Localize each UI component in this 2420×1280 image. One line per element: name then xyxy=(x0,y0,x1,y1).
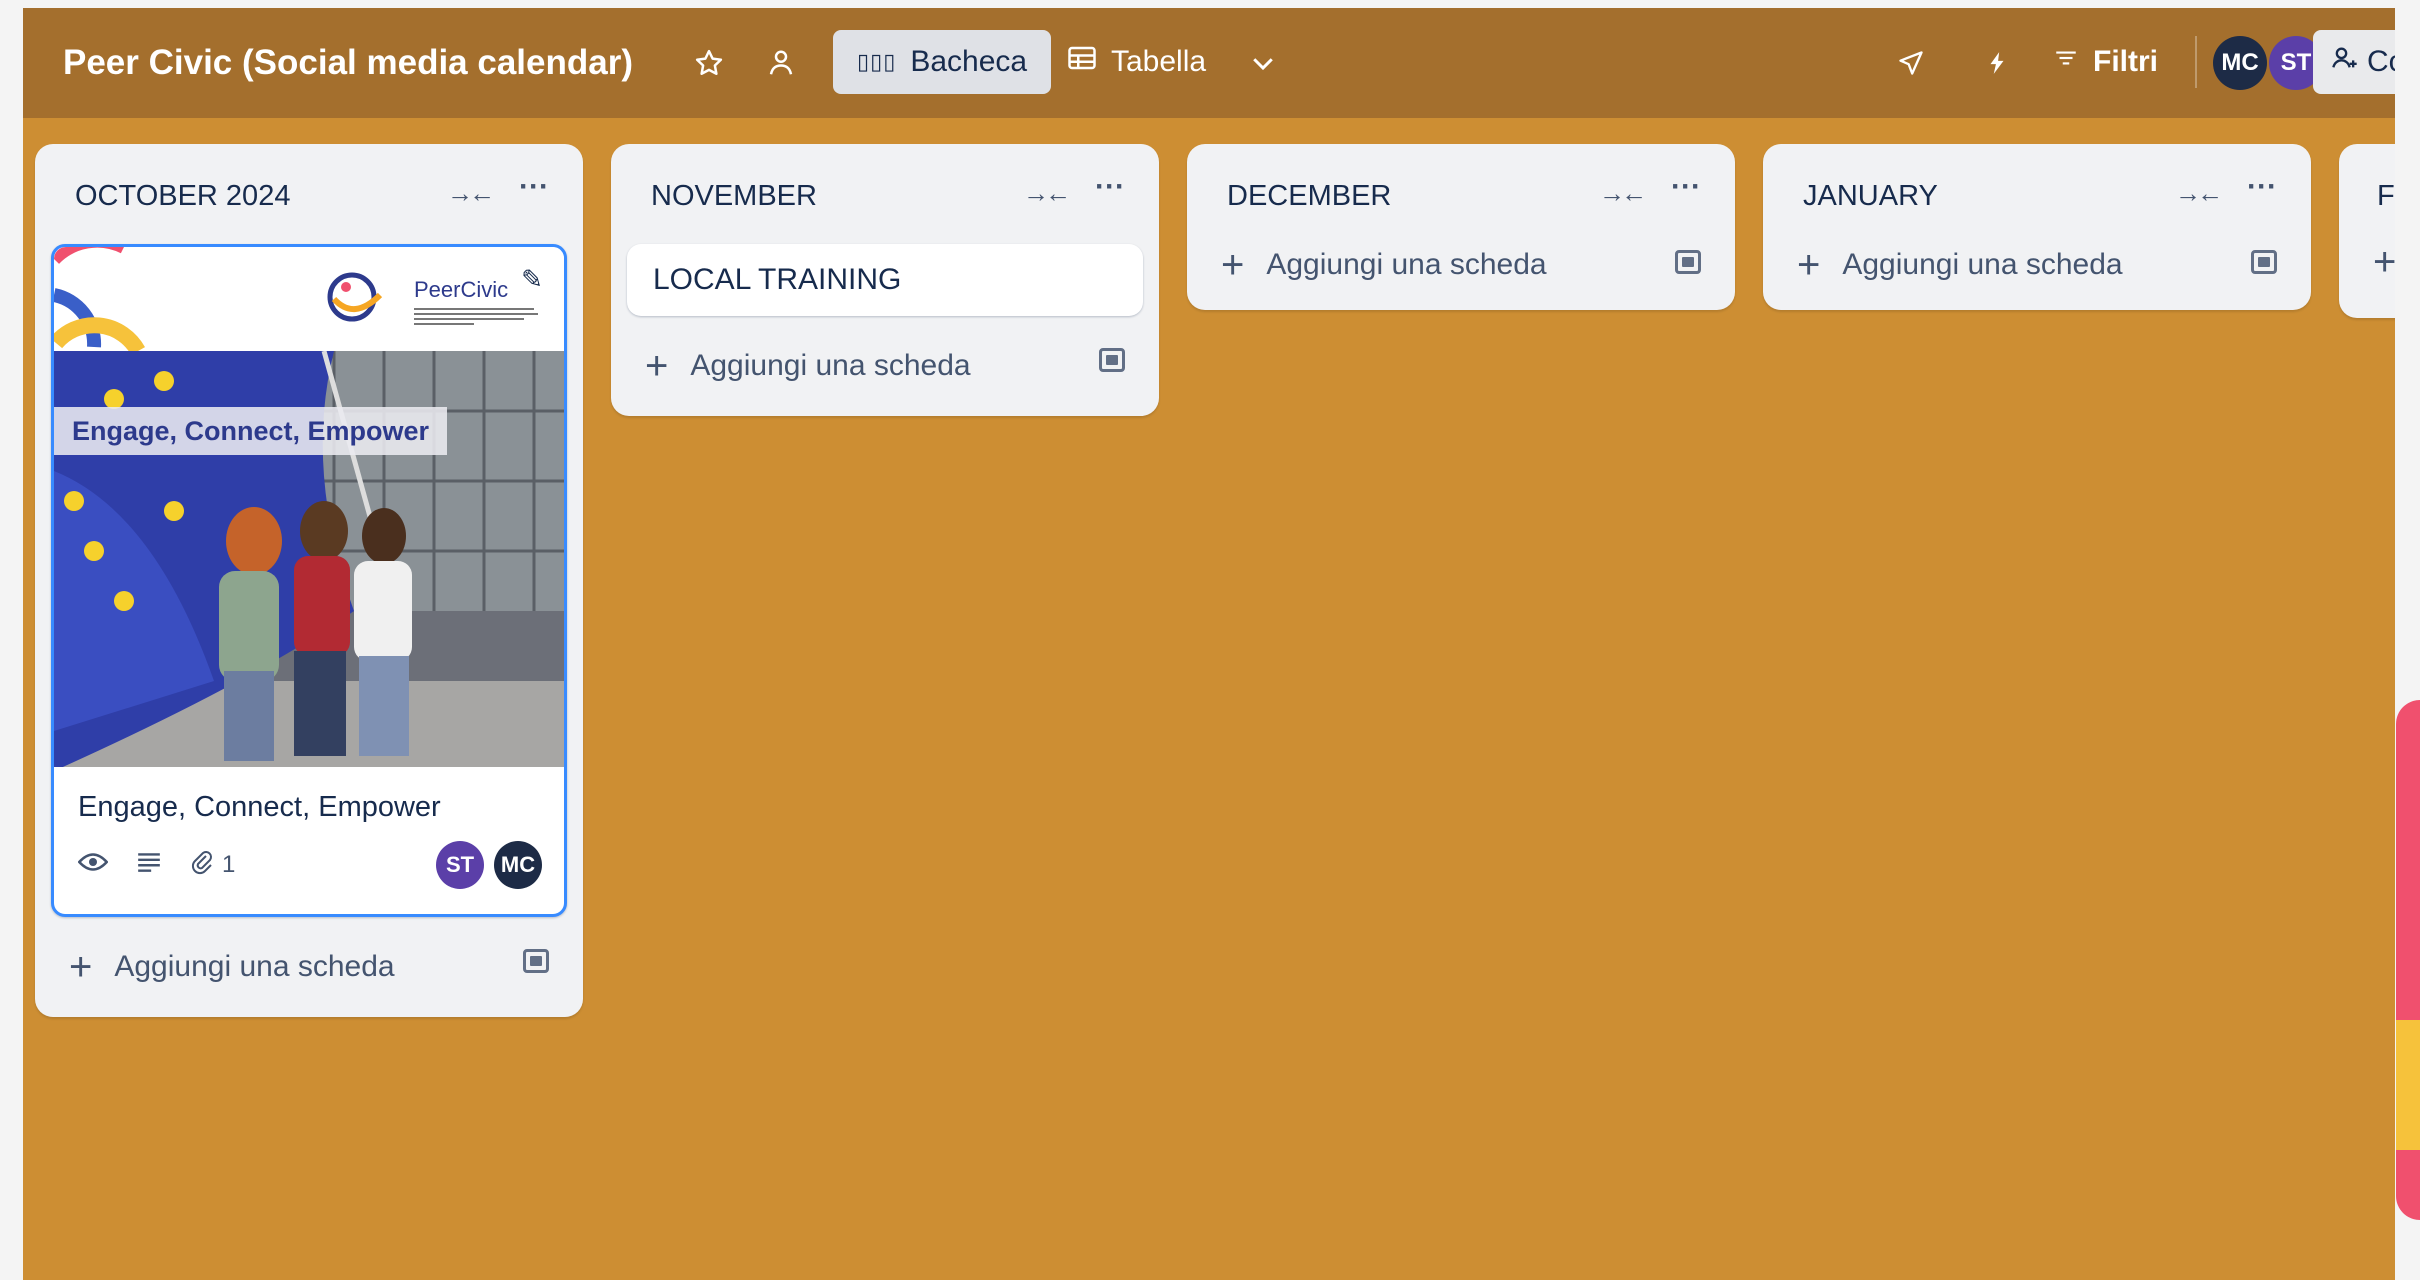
list-header: NOVEMBER →← ··· xyxy=(611,144,1159,244)
header-divider xyxy=(2195,36,2197,88)
add-member-icon xyxy=(2331,44,2359,80)
plus-icon[interactable]: + xyxy=(2373,240,2395,285)
card-template-icon[interactable] xyxy=(1675,250,1701,274)
automation-icon[interactable] xyxy=(1969,33,2025,93)
add-card-label: Aggiungi una scheda xyxy=(114,950,395,983)
power-ups-icon[interactable] xyxy=(1883,33,1939,93)
card-cover-image: PeerCivic Engage, Connect, Empower ✎ xyxy=(54,247,564,767)
board-canvas: Peer Civic (Social media calendar) ▯▯▯ B… xyxy=(23,8,2395,1280)
list-header: OCTOBER 2024 →← ··· xyxy=(35,144,583,244)
avatar[interactable]: MC xyxy=(2213,36,2267,90)
card-template-icon[interactable] xyxy=(1099,348,1125,372)
collapse-list-icon[interactable]: →← xyxy=(447,178,495,209)
add-card-label: Aggiungi una scheda xyxy=(690,349,971,382)
watching-eye-icon xyxy=(77,851,109,880)
avatar[interactable]: ST xyxy=(436,841,484,889)
cover-tagline: Engage, Connect, Empower xyxy=(54,407,448,455)
cover-logo-text: PeerCivic xyxy=(414,277,509,302)
list-header: JANUARY →← ··· xyxy=(1763,144,2311,228)
collapse-list-icon[interactable]: →← xyxy=(1599,178,1647,209)
card[interactable]: PeerCivic Engage, Connect, Empower ✎ Eng… xyxy=(51,244,567,917)
list-partial: FI + xyxy=(2339,144,2395,318)
more-options-icon[interactable]: ··· xyxy=(2247,170,2277,204)
add-card-button[interactable]: + Aggiungi una scheda xyxy=(35,917,583,1017)
filter-button[interactable]: Filtri xyxy=(2039,30,2172,94)
list-november: NOVEMBER →← ··· LOCAL TRAINING + Aggiung… xyxy=(611,144,1159,416)
edit-pencil-icon[interactable]: ✎ xyxy=(514,261,550,297)
view-label: Bacheca xyxy=(910,45,1028,78)
more-options-icon[interactable]: ··· xyxy=(1671,170,1701,204)
list-title[interactable]: FI xyxy=(2377,180,2395,213)
list-title[interactable]: JANUARY xyxy=(1803,180,1938,213)
board-icon: ▯▯▯ xyxy=(857,49,897,74)
paperclip-icon xyxy=(190,849,214,882)
view-tab-board[interactable]: ▯▯▯ Bacheca xyxy=(833,30,1052,94)
view-tab-table[interactable]: Tabella xyxy=(1043,30,1230,94)
add-card-button[interactable]: + Aggiungi una scheda xyxy=(1763,220,2311,310)
board-title[interactable]: Peer Civic (Social media calendar) xyxy=(63,8,633,118)
card-template-icon[interactable] xyxy=(2251,250,2277,274)
list-header: DECEMBER →← ··· xyxy=(1187,144,1735,228)
add-card-button[interactable]: + Aggiungi una scheda xyxy=(1187,220,1735,310)
card-title: LOCAL TRAINING xyxy=(653,263,902,296)
filter-label: Filtri xyxy=(2093,45,2158,78)
card[interactable]: LOCAL TRAINING xyxy=(627,244,1143,316)
star-icon[interactable] xyxy=(681,33,737,93)
add-card-label: Aggiungi una scheda xyxy=(1266,248,1547,281)
description-icon xyxy=(136,851,162,880)
decorative-yellow-shape xyxy=(2396,1020,2420,1150)
avatar[interactable]: MC xyxy=(494,841,542,889)
add-card-label: Aggiungi una scheda xyxy=(1842,248,2123,281)
card-title: Engage, Connect, Empower xyxy=(78,791,441,823)
collapse-list-icon[interactable]: →← xyxy=(1023,178,1071,209)
card-badges: 1 ST MC xyxy=(54,834,564,914)
chevron-down-icon[interactable] xyxy=(1235,33,1291,93)
share-label: Co xyxy=(2367,45,2395,78)
list-title[interactable]: NOVEMBER xyxy=(651,180,817,213)
plus-icon: + xyxy=(1221,242,1245,287)
attachment-badge: 1 xyxy=(190,849,235,882)
board-header: Peer Civic (Social media calendar) ▯▯▯ B… xyxy=(23,8,2395,118)
plus-icon: + xyxy=(1797,242,1821,287)
collapse-list-icon[interactable]: →← xyxy=(2175,178,2223,209)
cover-logo-band: PeerCivic xyxy=(54,247,564,356)
attachment-count: 1 xyxy=(222,851,236,878)
card-members: ST MC xyxy=(436,841,542,889)
list-october: OCTOBER 2024 →← ··· PeerCivic Engage, Co… xyxy=(35,144,583,1017)
table-icon xyxy=(1067,45,1097,79)
list-december: DECEMBER →← ··· + Aggiungi una scheda xyxy=(1187,144,1735,310)
plus-icon: + xyxy=(69,944,93,989)
filter-icon xyxy=(2053,45,2079,79)
list-title[interactable]: OCTOBER 2024 xyxy=(75,180,290,213)
list-january: JANUARY →← ··· + Aggiungi una scheda xyxy=(1763,144,2311,310)
more-options-icon[interactable]: ··· xyxy=(1095,170,1125,204)
view-label: Tabella xyxy=(1111,45,1207,78)
visibility-icon[interactable] xyxy=(753,33,809,93)
cover-photo: Engage, Connect, Empower xyxy=(54,350,564,767)
card-template-icon[interactable] xyxy=(523,949,549,973)
plus-icon: + xyxy=(645,343,669,388)
cover-logo-tagline-lines xyxy=(414,305,544,335)
list-title[interactable]: DECEMBER xyxy=(1227,180,1391,213)
add-card-button[interactable]: + Aggiungi una scheda xyxy=(611,316,1159,416)
share-button[interactable]: Co xyxy=(2313,30,2395,94)
more-options-icon[interactable]: ··· xyxy=(519,170,549,204)
